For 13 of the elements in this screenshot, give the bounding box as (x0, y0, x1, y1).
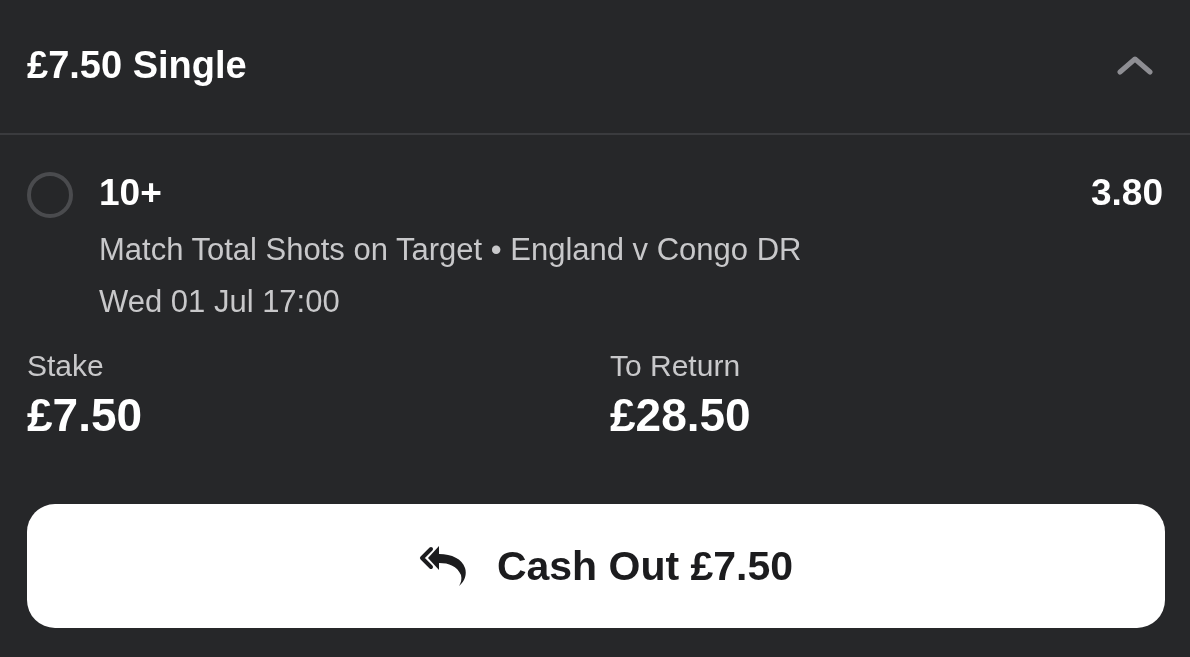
market-description: Match Total Shots on Target • England v Congo DR (99, 231, 802, 269)
status-ring-icon (27, 172, 73, 218)
return-label: To Return (610, 348, 741, 384)
return-value: £28.50 (610, 388, 751, 443)
stake-label: Stake (27, 348, 104, 384)
chevron-icon[interactable] (1117, 54, 1153, 75)
odds: 3.80 (1091, 171, 1163, 215)
double-reply-arrow-icon (418, 545, 467, 587)
stake-value: £7.50 (27, 388, 143, 443)
cash-out-button[interactable]: Cash Out £7.50 (27, 504, 1165, 628)
bet-title: £7.50 Single (27, 42, 247, 88)
start-time: Wed 01 Jul 17:00 (99, 283, 340, 321)
selection-name: 10+ (99, 171, 162, 215)
